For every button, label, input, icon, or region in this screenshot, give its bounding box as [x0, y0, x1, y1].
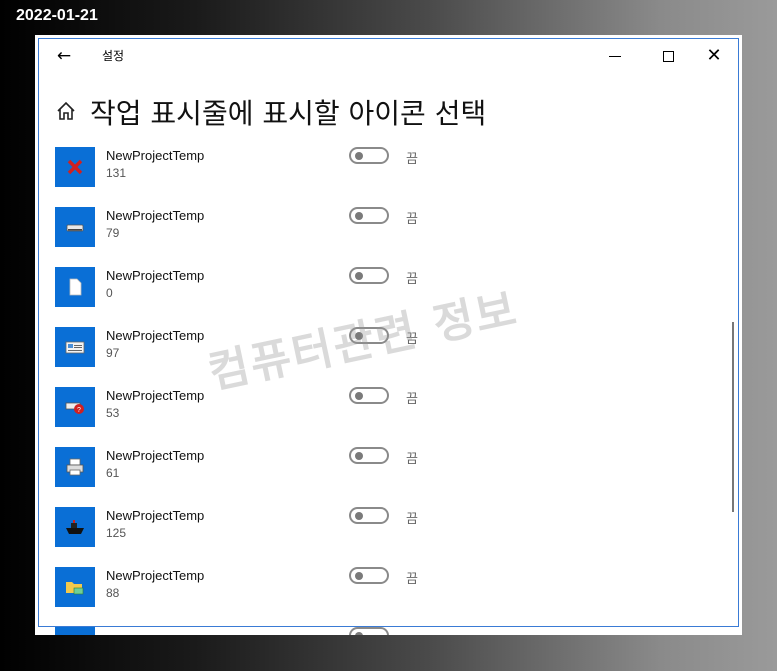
- date-overlay: 2022-01-21: [16, 7, 98, 24]
- list-item-partial: [55, 625, 735, 635]
- icon-list: NewProjectTemp 131 끔 NewProjectTemp 79 끔…: [55, 145, 735, 635]
- app-name: NewProjectTemp: [106, 568, 205, 583]
- visibility-toggle[interactable]: [349, 507, 389, 524]
- list-item: ? NewProjectTemp 53 끔: [55, 385, 735, 429]
- app-id: 61: [106, 466, 120, 480]
- visibility-toggle[interactable]: [349, 567, 389, 584]
- settings-window: ← 설정 ✕ 작업 표시줄에 표시할 아이콘 선택 NewProjectTemp…: [35, 35, 742, 635]
- app-id: 0: [106, 286, 113, 300]
- card-icon: [55, 327, 95, 367]
- minimize-button[interactable]: [603, 45, 627, 67]
- app-name: NewProjectTemp: [106, 208, 205, 223]
- toggle-state-label: 끔: [406, 512, 418, 527]
- app-name: NewProjectTemp: [106, 148, 205, 163]
- visibility-toggle[interactable]: [349, 327, 389, 344]
- title-bar: ← 설정 ✕: [35, 35, 742, 75]
- visibility-toggle[interactable]: [349, 447, 389, 464]
- toggle-state-label: 끔: [406, 392, 418, 407]
- list-item: NewProjectTemp 131 끔: [55, 145, 735, 189]
- back-arrow-icon[interactable]: ←: [52, 45, 76, 67]
- list-item: NewProjectTemp 88 끔: [55, 565, 735, 609]
- app-id: 97: [106, 346, 120, 360]
- red-x-icon: [55, 147, 95, 187]
- app-id: 125: [106, 526, 127, 540]
- app-id: 79: [106, 226, 120, 240]
- visibility-toggle[interactable]: [349, 207, 389, 224]
- svg-text:?: ?: [77, 407, 81, 414]
- app-name: NewProjectTemp: [106, 268, 205, 283]
- list-item: NewProjectTemp 79 끔: [55, 205, 735, 249]
- close-button[interactable]: ✕: [702, 45, 726, 67]
- toggle-state-label: 끔: [406, 452, 418, 467]
- toggle-state-label: 끔: [406, 152, 418, 167]
- window-title: 설정: [102, 49, 125, 63]
- toggle-state-label: 끔: [406, 272, 418, 287]
- list-item: NewProjectTemp 125 끔: [55, 505, 735, 549]
- folder-network-icon: [55, 567, 95, 607]
- visibility-toggle[interactable]: [349, 267, 389, 284]
- help-drive-icon: ?: [55, 387, 95, 427]
- app-id: 131: [106, 166, 127, 180]
- list-item: NewProjectTemp 0 끔: [55, 265, 735, 309]
- list-item: NewProjectTemp 97 끔: [55, 325, 735, 369]
- toggle-state-label: 끔: [406, 572, 418, 587]
- home-icon: [57, 101, 75, 120]
- app-name: NewProjectTemp: [106, 328, 205, 343]
- drive-icon: [55, 207, 95, 247]
- list-item: NewProjectTemp 61 끔: [55, 445, 735, 489]
- ship-icon: [55, 507, 95, 547]
- app-name: NewProjectTemp: [106, 508, 205, 523]
- toggle-state-label: 끔: [406, 212, 418, 227]
- app-name: NewProjectTemp: [106, 448, 205, 463]
- printer-icon: [55, 447, 95, 487]
- app-id: 53: [106, 406, 120, 420]
- visibility-toggle[interactable]: [349, 387, 389, 404]
- scrollbar[interactable]: [732, 322, 734, 512]
- app-id: 88: [106, 586, 120, 600]
- visibility-toggle[interactable]: [349, 627, 389, 635]
- visibility-toggle[interactable]: [349, 147, 389, 164]
- document-icon: [55, 267, 95, 307]
- app-icon: [55, 627, 95, 635]
- page-title: 작업 표시줄에 표시할 아이콘 선택: [90, 97, 487, 130]
- maximize-button[interactable]: [656, 45, 680, 67]
- toggle-state-label: 끔: [406, 332, 418, 347]
- app-name: NewProjectTemp: [106, 388, 205, 403]
